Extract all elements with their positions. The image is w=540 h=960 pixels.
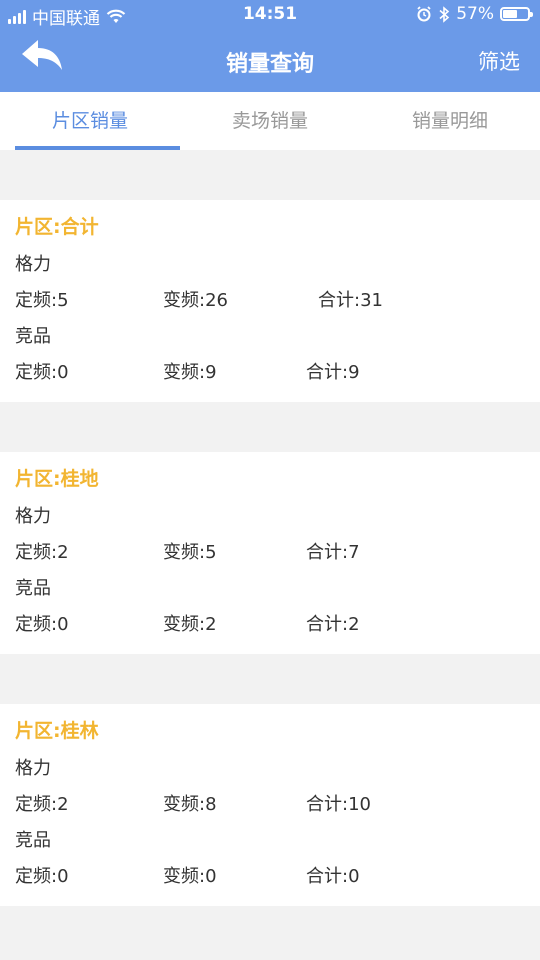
fixed-count: 定频:0 [15,614,69,635]
competitor-label: 竞品 [15,830,51,851]
battery-icon [500,7,533,21]
alarm-icon [417,6,431,22]
area-card: 片区:合计 格力 定频:5 变频:26 合计:31 竞品 定频:0 变频:9 合… [0,200,540,402]
area-card: 片区:桂林 格力 定频:2 变频:8 合计:10 竞品 定频:0 变频:0 合计… [0,704,540,906]
total-count: 合计:31 [318,290,383,311]
total-count: 合计:0 [306,866,360,887]
total-count: 合计:10 [306,794,371,815]
filter-button[interactable]: 筛选 [478,46,520,76]
fixed-count: 定频:2 [15,542,69,563]
fixed-count: 定频:2 [15,794,69,815]
nav-bar: 销量查询 筛选 [0,30,540,92]
total-count: 合计:2 [306,614,360,635]
total-count: 合计:7 [306,542,360,563]
variable-count: 变频:5 [163,542,217,563]
fixed-count: 定频:5 [15,290,69,311]
variable-count: 变频:8 [163,794,217,815]
fixed-count: 定频:0 [15,362,69,383]
competitor-label: 竞品 [15,578,51,599]
competitor-label: 竞品 [15,326,51,347]
fixed-count: 定频:0 [15,866,69,887]
tab-area-sales[interactable]: 片区销量 [0,92,180,150]
status-bar: 中国联通 14:51 57% [0,0,540,30]
brand-label: 格力 [15,506,51,527]
battery-percent: 57% [456,4,494,24]
brand-label: 格力 [15,758,51,779]
tab-store-sales[interactable]: 卖场销量 [180,92,360,150]
total-count: 合计:9 [306,362,360,383]
tab-bar: 片区销量 卖场销量 销量明细 [0,92,540,150]
variable-count: 变频:0 [163,866,217,887]
battery-level [503,10,517,18]
variable-count: 变频:9 [163,362,217,383]
area-title: 片区:桂地 [15,468,99,490]
status-right: 57% [416,4,533,24]
variable-count: 变频:2 [163,614,217,635]
page-title: 销量查询 [225,52,314,77]
variable-count: 变频:26 [163,290,228,311]
bluetooth-icon [439,5,450,23]
area-card: 片区:桂地 格力 定频:2 变频:5 合计:7 竞品 定频:0 变频:2 合计:… [0,452,540,654]
area-title: 片区:桂林 [15,720,99,742]
area-title: 片区:合计 [15,216,99,238]
tab-sales-detail[interactable]: 销量明细 [360,92,540,150]
brand-label: 格力 [15,254,51,275]
